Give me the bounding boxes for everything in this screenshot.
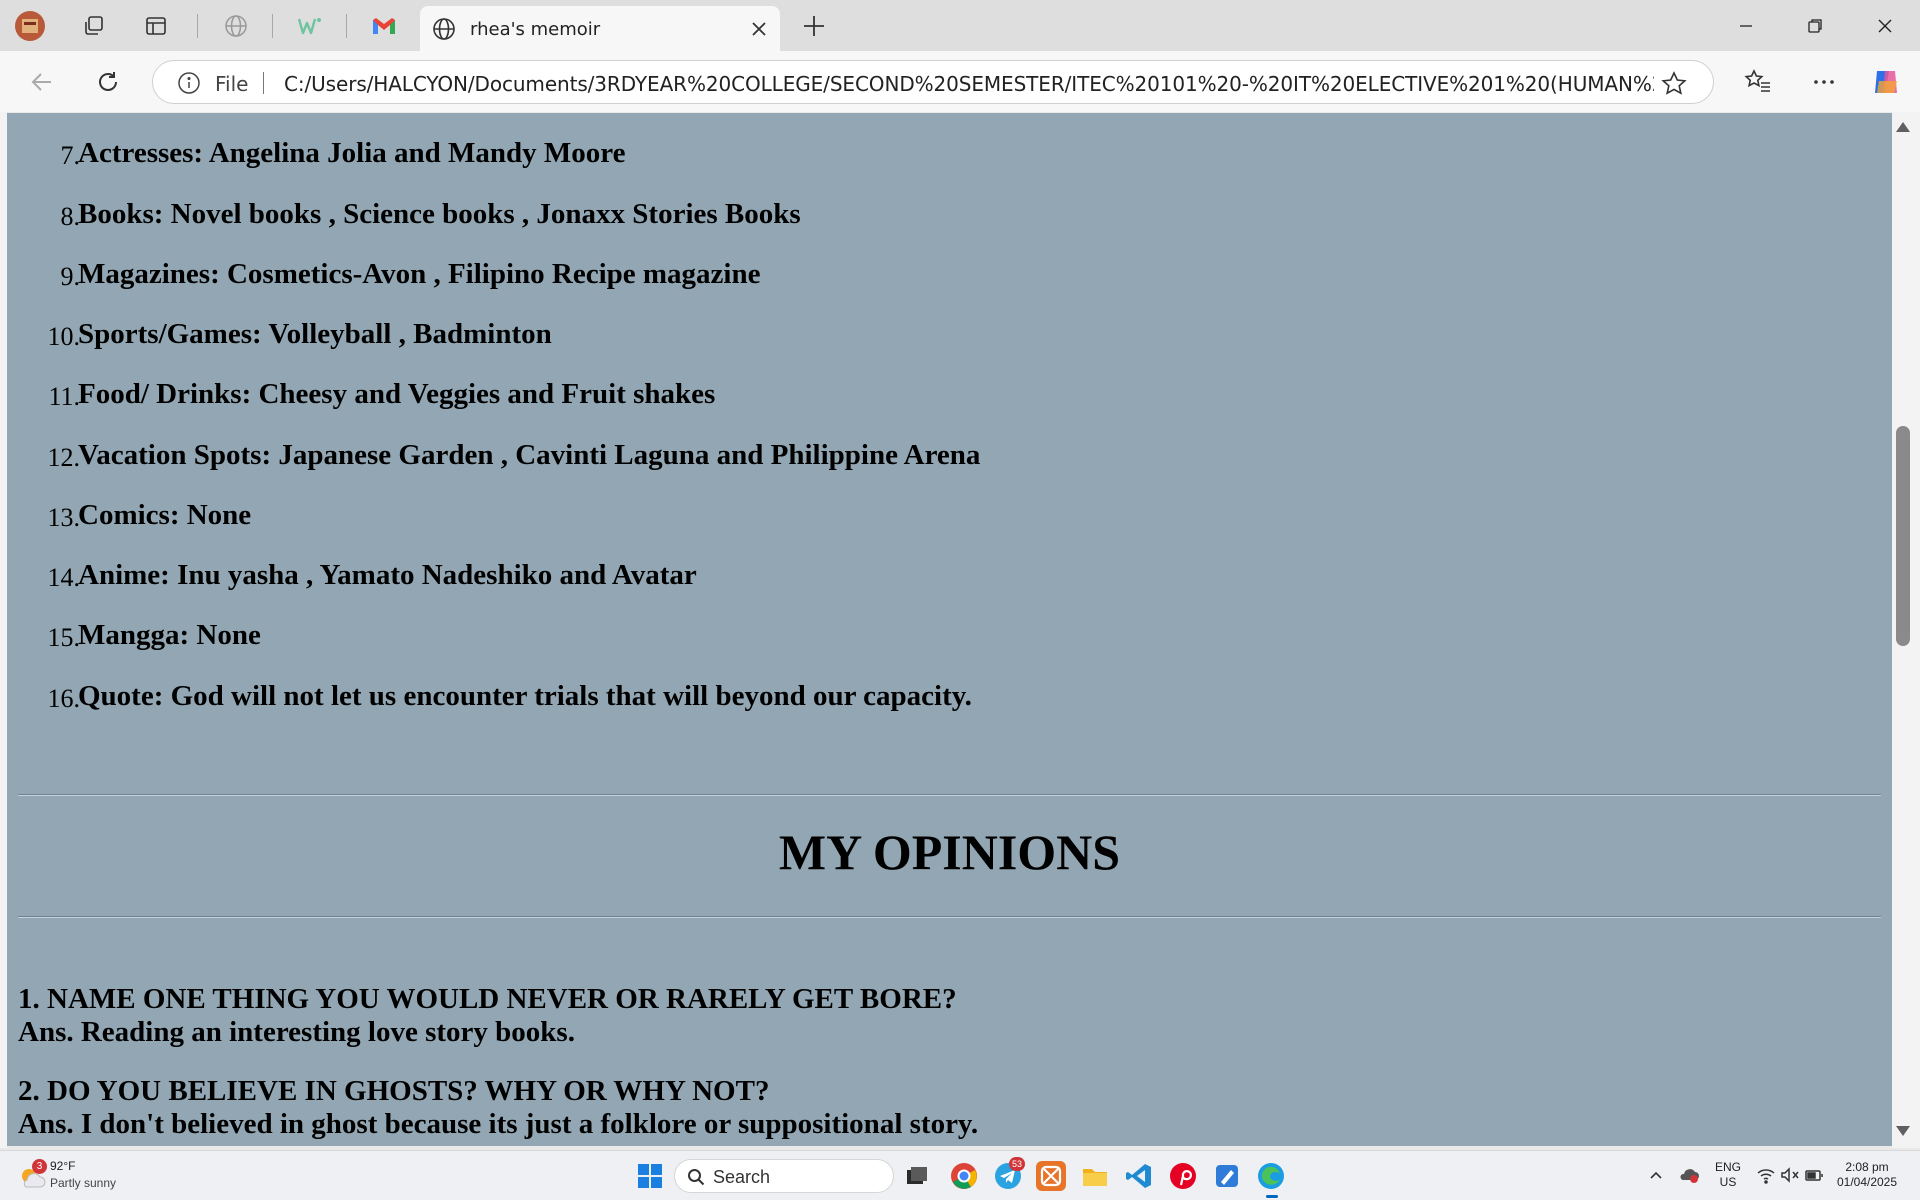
opinion-answer: Ans. I don't believed in ghost because i… — [18, 1108, 979, 1140]
list-item-number: 14. — [47, 563, 81, 592]
language-code: ENG — [1714, 1160, 1741, 1174]
volume-muted-icon[interactable] — [1780, 1166, 1800, 1189]
active-app-indicator — [1266, 1195, 1278, 1198]
frame-left — [0, 112, 7, 1148]
list-item-text: Food/ Drinks: Cheesy and Veggies and Fru… — [78, 378, 716, 410]
close-window-icon[interactable] — [1862, 10, 1908, 42]
close-tab-icon[interactable] — [748, 18, 770, 40]
list-item-number: 11. — [48, 382, 80, 411]
xampp-icon[interactable] — [1036, 1161, 1066, 1191]
battery-icon[interactable] — [1804, 1166, 1824, 1189]
address-divider — [263, 72, 264, 94]
list-item-number: 13. — [47, 503, 81, 532]
list-item-number: 16. — [47, 684, 81, 713]
list-item-text: Comics: None — [78, 499, 252, 531]
minimize-icon[interactable] — [1723, 10, 1769, 42]
clock[interactable]: 2:08 pm 01/04/2025 — [1830, 1160, 1904, 1190]
clock-time: 2:08 pm — [1845, 1160, 1889, 1174]
search-label: Search — [713, 1167, 771, 1187]
copilot-icon[interactable] — [1868, 64, 1904, 100]
divider-bottom — [18, 916, 1881, 918]
list-item-text: Actresses: Angelina Jolia and Mandy Moor… — [78, 137, 626, 169]
address-bar: File C:/Users/HALCYON/Documents/3RDYEAR%… — [0, 51, 1920, 112]
weather-icon[interactable]: 3 — [18, 1159, 47, 1196]
page-content: 7. Actresses: Angelina Jolia and Mandy M… — [7, 113, 1892, 1146]
refresh-icon[interactable] — [90, 64, 126, 100]
paint-app-icon[interactable] — [1212, 1161, 1242, 1191]
opinion-question: 1. NAME ONE THING YOU WOULD NEVER OR RAR… — [18, 983, 957, 1015]
list-item-text: Vacation Spots: Japanese Garden , Cavint… — [78, 439, 981, 471]
taskbar: 3 92°F Partly sunny Search 53 ENG US 2:0… — [0, 1150, 1920, 1200]
tab-actions-icon[interactable] — [140, 10, 172, 42]
taskbar-search-input[interactable]: Search — [674, 1159, 894, 1193]
opinion-item: 2. DO YOU BELIEVE IN GHOSTS? WHY OR WHY … — [18, 1075, 978, 1141]
list-item-number: 9. — [60, 262, 81, 291]
vscode-icon[interactable] — [1124, 1161, 1154, 1191]
tab-separator — [346, 14, 347, 38]
start-icon[interactable] — [637, 1163, 663, 1194]
list-item-text: Sports/Games: Volleyball , Badminton — [78, 318, 552, 350]
url-text[interactable]: C:/Users/HALCYON/Documents/3RDYEAR%20COL… — [284, 72, 1654, 96]
url-input[interactable]: File C:/Users/HALCYON/Documents/3RDYEAR%… — [152, 60, 1714, 104]
back-icon[interactable] — [24, 64, 60, 100]
tab-title: rhea's memoir — [470, 19, 601, 40]
wifi-icon[interactable] — [1756, 1166, 1776, 1189]
pinned-tab-gmail-icon[interactable] — [368, 10, 400, 42]
telegram-badge: 53 — [1009, 1157, 1025, 1171]
task-view-icon[interactable] — [902, 1161, 932, 1191]
list-item-number: 12. — [47, 443, 81, 472]
onedrive-status-icon[interactable] — [1678, 1165, 1700, 1190]
scroll-down-arrow-icon[interactable] — [1896, 1126, 1910, 1136]
tab-active[interactable]: rhea's memoir — [420, 6, 780, 51]
scroll-up-arrow-icon[interactable] — [1896, 122, 1910, 132]
opinion-question: 2. DO YOU BELIEVE IN GHOSTS? WHY OR WHY … — [18, 1075, 770, 1107]
keyboard-region: US — [1719, 1175, 1737, 1189]
new-tab-icon[interactable] — [798, 10, 830, 42]
list-item-number: 8. — [60, 202, 81, 231]
telegram-icon[interactable]: 53 — [993, 1157, 1025, 1191]
scrollbar-thumb[interactable] — [1896, 426, 1910, 646]
weather-badge: 3 — [32, 1159, 47, 1174]
list-item-number: 7. — [60, 141, 81, 170]
divider-top — [18, 794, 1881, 796]
opinion-answer: Ans. Reading an interesting love story b… — [18, 1016, 575, 1048]
weather-temperature: 92°F — [50, 1159, 76, 1173]
list-item-text: Mangga: None — [78, 619, 261, 651]
chrome-icon[interactable] — [949, 1161, 979, 1191]
tab-separator — [272, 14, 273, 38]
weather-description: Partly sunny — [50, 1176, 117, 1190]
section-heading: MY OPINIONS — [778, 824, 1121, 880]
workspaces-icon[interactable] — [78, 10, 110, 42]
favorite-star-icon[interactable] — [1661, 71, 1687, 102]
list-item-text: Magazines: Cosmetics-Avon , Filipino Rec… — [78, 258, 761, 290]
pinned-tab-wattpad-icon[interactable] — [294, 10, 326, 42]
list-item-number: 15. — [47, 623, 81, 652]
language-indicator[interactable]: ENG US — [1712, 1160, 1744, 1190]
tab-separator — [197, 14, 198, 38]
favorites-icon[interactable] — [1740, 64, 1776, 100]
edge-icon[interactable] — [1256, 1161, 1286, 1198]
globe-icon — [432, 17, 456, 46]
list-item-text: Books: Novel books , Science books , Jon… — [78, 198, 801, 230]
file-scheme-label: File — [215, 72, 249, 96]
pinterest-icon[interactable] — [1168, 1161, 1198, 1191]
show-hidden-icons-icon[interactable] — [1648, 1167, 1664, 1188]
restore-icon[interactable] — [1792, 10, 1838, 42]
info-icon[interactable] — [177, 71, 201, 100]
tab-bar: rhea's memoir — [0, 0, 1920, 51]
file-explorer-icon[interactable] — [1080, 1161, 1110, 1191]
opinion-item: 1. NAME ONE THING YOU WOULD NEVER OR RAR… — [18, 983, 957, 1049]
list-item-number: 10. — [47, 322, 81, 351]
list-item-text: Anime: Inu yasha , Yamato Nadeshiko and … — [78, 559, 697, 591]
pinned-tab-globe-icon[interactable] — [220, 10, 252, 42]
more-options-icon[interactable] — [1806, 64, 1842, 100]
profile-avatar-icon[interactable] — [14, 10, 46, 42]
list-item-text: Quote: God will not let us encounter tri… — [78, 680, 972, 712]
search-icon — [687, 1168, 705, 1191]
clock-date: 01/04/2025 — [1836, 1175, 1898, 1189]
